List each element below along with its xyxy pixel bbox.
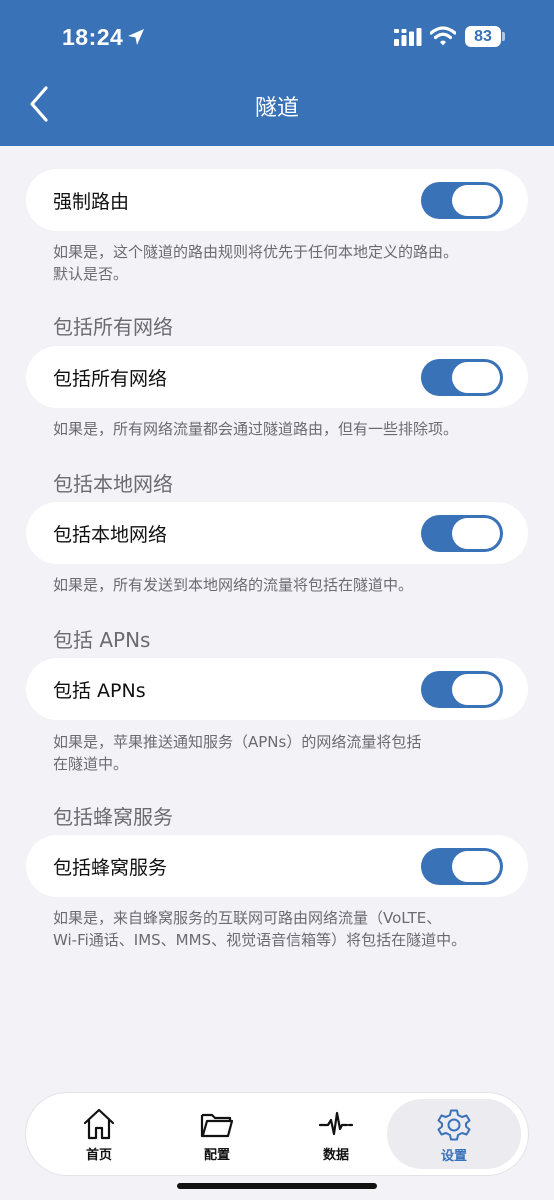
tab-data-label: 数据 xyxy=(322,1148,349,1163)
toggle-knob xyxy=(452,185,500,216)
location-arrow-icon xyxy=(128,29,144,45)
local-network-description: 如果是，所有发送到本地网络的流量将包括在隧道中。 xyxy=(53,576,414,594)
tab-home[interactable]: 首页 xyxy=(39,1093,159,1175)
toggle-knob xyxy=(452,362,500,393)
cellular-signal-icon xyxy=(394,28,422,46)
status-time: 18:24 xyxy=(62,24,124,50)
toggle-knob xyxy=(452,674,500,705)
description-line: 如果是，来自蜂窝服务的互联网可路由网络流量（VoLTE、 xyxy=(53,909,442,927)
force-route-row: 强制路由 xyxy=(26,169,528,231)
include-cellular-toggle[interactable] xyxy=(421,848,503,885)
include-all-networks-row: 包括所有网络 xyxy=(26,346,528,408)
force-route-toggle[interactable] xyxy=(421,182,503,219)
home-indicator xyxy=(177,1183,377,1189)
page-title: 隧道 xyxy=(254,96,299,121)
folder-icon xyxy=(200,1113,234,1138)
include-local-network-label: 包括本地网络 xyxy=(53,524,168,546)
battery-level: 83 xyxy=(465,26,501,47)
home-icon xyxy=(83,1108,115,1140)
force-route-description: 如果是，这个隧道的路由规则将优先于任何本地定义的路由。 默认是否。 xyxy=(53,241,523,285)
description-line: 默认是否。 xyxy=(53,265,129,283)
gear-icon xyxy=(437,1109,471,1141)
section-header-all-networks: 包括所有网络 xyxy=(53,315,173,339)
toggle-knob xyxy=(452,851,500,882)
section-header-apns: 包括 APNs xyxy=(53,628,151,652)
include-local-network-row: 包括本地网络 xyxy=(26,502,528,564)
include-cellular-label: 包括蜂窝服务 xyxy=(53,857,168,879)
toggle-knob xyxy=(452,518,500,549)
tab-settings[interactable]: 设置 xyxy=(387,1099,521,1169)
include-all-networks-label: 包括所有网络 xyxy=(53,368,168,390)
apns-description: 如果是，苹果推送通知服务（APNs）的网络流量将包括 在隧道中。 xyxy=(53,731,523,775)
include-local-network-toggle[interactable] xyxy=(421,515,503,552)
cellular-description: 如果是，来自蜂窝服务的互联网可路由网络流量（VoLTE、 Wi-Fi通话、IMS… xyxy=(53,907,523,951)
description-line: 如果是，这个隧道的路由规则将优先于任何本地定义的路由。 xyxy=(53,243,459,261)
description-line: 如果是，苹果推送通知服务（APNs）的网络流量将包括 xyxy=(53,733,422,751)
include-apns-toggle[interactable] xyxy=(421,671,503,708)
battery-cap xyxy=(502,32,505,41)
include-cellular-row: 包括蜂窝服务 xyxy=(26,835,528,897)
status-bar: 18:24 83 xyxy=(0,0,554,74)
section-header-local-network: 包括本地网络 xyxy=(53,472,173,496)
include-apns-label: 包括 APNs xyxy=(53,680,146,702)
wifi-icon xyxy=(430,26,456,46)
tab-data[interactable]: 数据 xyxy=(276,1093,396,1175)
tab-config[interactable]: 配置 xyxy=(157,1093,277,1175)
tab-home-label: 首页 xyxy=(85,1148,112,1163)
all-networks-description: 如果是，所有网络流量都会通过隧道路由，但有一些排除项。 xyxy=(53,420,459,438)
force-route-label: 强制路由 xyxy=(53,191,130,213)
description-line: 在隧道中。 xyxy=(53,755,129,773)
include-apns-row: 包括 APNs xyxy=(26,658,528,720)
tab-settings-label: 设置 xyxy=(440,1149,467,1164)
tab-config-label: 配置 xyxy=(203,1148,230,1163)
description-line: Wi-Fi通话、IMS、MMS、视觉语音信箱等）将包括在隧道中。 xyxy=(53,931,467,949)
include-all-networks-toggle[interactable] xyxy=(421,359,503,396)
tab-bar: 首页 配置 数据 设置 xyxy=(26,1093,528,1175)
header: 18:24 83 隧道 xyxy=(0,0,554,146)
pulse-icon xyxy=(319,1111,353,1136)
section-header-cellular: 包括蜂窝服务 xyxy=(53,805,173,829)
